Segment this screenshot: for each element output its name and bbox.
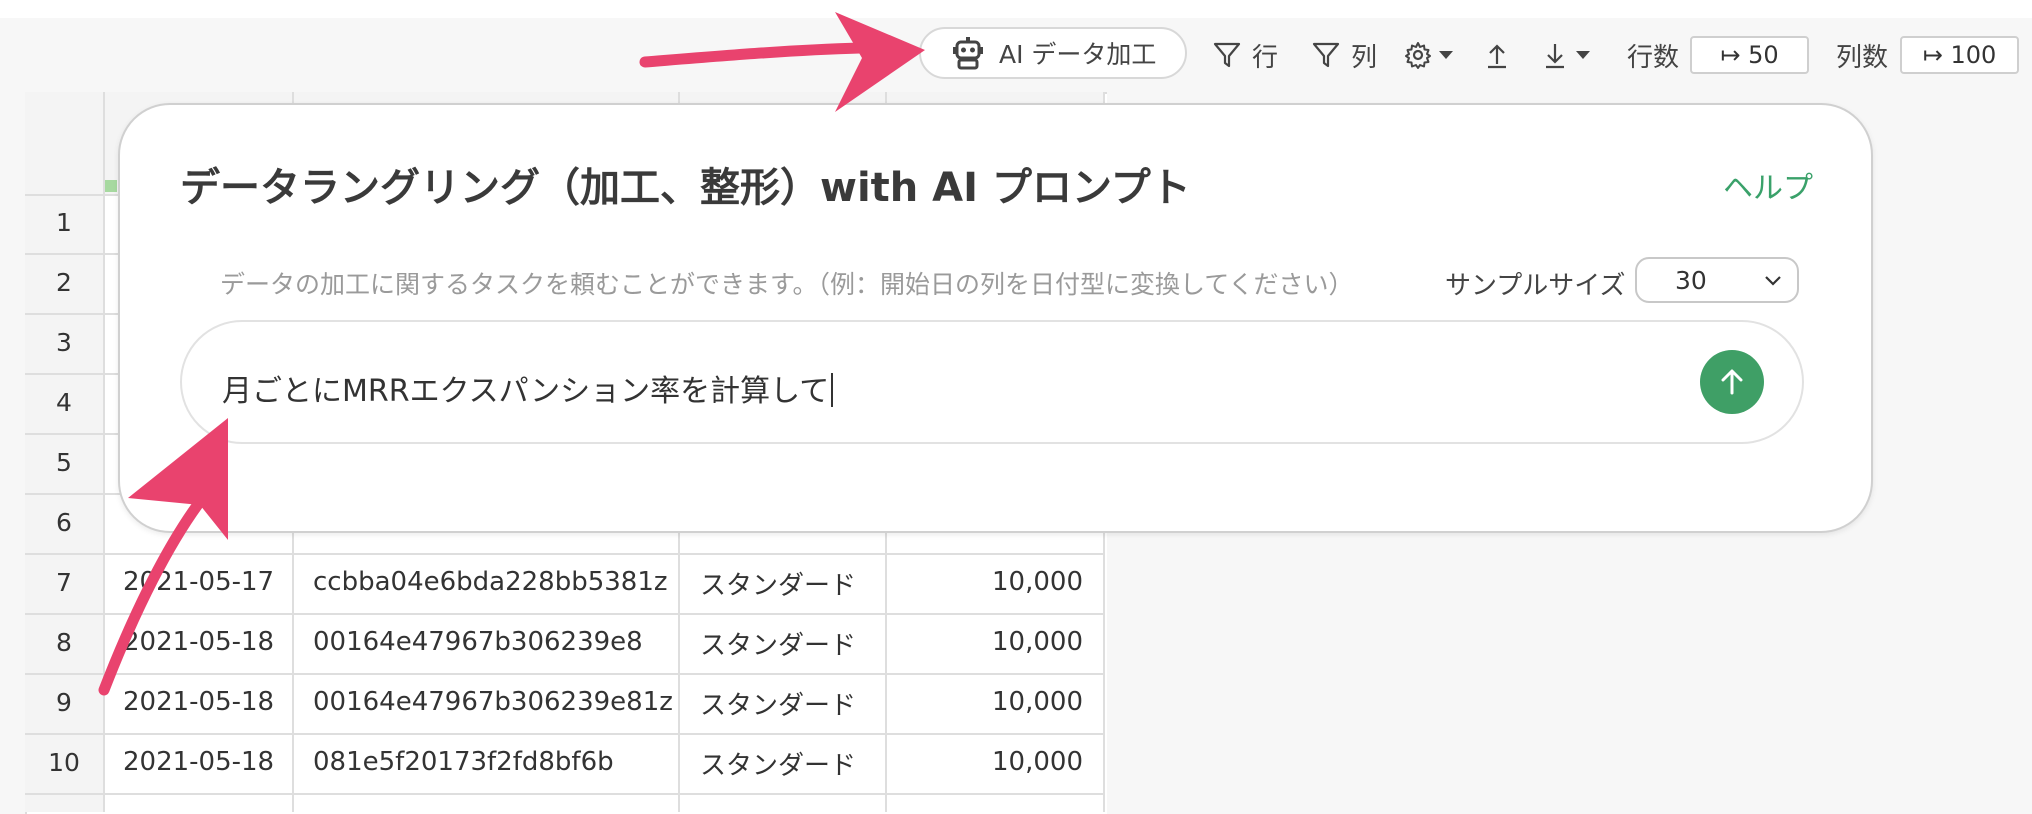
filter-cols-button[interactable]: 列	[1311, 27, 1377, 83]
upload-button[interactable]	[1482, 27, 1512, 83]
prompt-input-text: 月ごとにMRRエクスパンション率を計算して	[222, 374, 830, 409]
arrow-up-icon	[1721, 369, 1743, 395]
table-cell-id[interactable]: 081e5f20173f2fd8bf6b	[313, 747, 614, 777]
row-count-box[interactable]: ↦ 50	[1690, 36, 1809, 74]
text-caret	[831, 373, 834, 407]
column-type-indicator	[103, 180, 117, 192]
ai-data-processing-button[interactable]: AI データ加工	[919, 27, 1187, 79]
row-number: 9	[56, 688, 72, 717]
row-number: 7	[56, 568, 72, 597]
filter-icon	[1213, 42, 1241, 68]
table-cell-plan[interactable]: スタンダード	[700, 565, 856, 602]
filter-rows-label: 行	[1252, 42, 1279, 73]
row-number: 6	[56, 508, 72, 537]
robot-icon	[953, 37, 983, 70]
table-cell-amount[interactable]: 10,000	[900, 747, 1083, 777]
col-count-label: 列数	[1836, 42, 1889, 73]
row-number: 5	[56, 448, 72, 477]
settings-menu-button[interactable]	[1403, 27, 1455, 83]
table-cell-plan[interactable]: スタンダード	[700, 745, 856, 782]
top-band	[0, 0, 2032, 18]
table-cell-date[interactable]: 2021-05-18	[123, 687, 274, 717]
table-cell-amount[interactable]: 10,000	[900, 567, 1083, 597]
table-cell-date[interactable]: 2021-05-18	[123, 627, 274, 657]
row-number: 3	[56, 328, 72, 357]
sample-size-label: サンプルサイズ	[1445, 271, 1626, 301]
row-number: 8	[56, 628, 72, 657]
filter-cols-label: 列	[1351, 42, 1378, 73]
sample-size-select[interactable]: 30	[1635, 257, 1799, 303]
table-cell-amount[interactable]: 10,000	[900, 687, 1083, 717]
row-number: 2	[56, 268, 72, 297]
table-cell-id[interactable]: ccbba04e6bda228bb5381z	[313, 567, 668, 597]
table-cell-amount[interactable]: 10,000	[900, 627, 1083, 657]
row-number: 4	[56, 388, 72, 417]
table-cell-plan[interactable]: スタンダード	[700, 685, 856, 722]
table-cell-date[interactable]: 2021-05-17	[123, 567, 274, 597]
dialog-description: データの加工に関するタスクを頼むことができます。（例：開始日の列を日付型に変換し…	[220, 270, 1354, 299]
dialog-title: データラングリング（加工、整形）with AI プロンプト	[180, 165, 1191, 211]
table-cell-id[interactable]: 00164e47967b306239e8	[313, 627, 643, 657]
chevron-down-icon	[1765, 276, 1781, 286]
download-icon	[1546, 44, 1564, 69]
upload-icon	[1488, 44, 1506, 69]
row-count-label: 行数	[1627, 42, 1680, 73]
ai-prompt-dialog: データラングリング（加工、整形）with AI プロンプト ヘルプ データの加工…	[118, 103, 1873, 533]
sample-size-value: 30	[1675, 265, 1707, 295]
send-button[interactable]	[1700, 350, 1764, 414]
download-menu-button[interactable]	[1540, 27, 1592, 83]
col-count-box[interactable]: ↦ 100	[1900, 36, 2019, 74]
filter-icon	[1312, 42, 1340, 68]
row-number: 1	[56, 208, 72, 237]
table-cell-plan[interactable]: スタンダード	[700, 625, 856, 662]
table-cell-id[interactable]: 00164e47967b306239e81z	[313, 687, 673, 717]
row-number: 10	[48, 748, 80, 777]
filter-rows-button[interactable]: 行	[1212, 27, 1278, 83]
chevron-down-icon	[1576, 51, 1590, 59]
table-cell-date[interactable]: 2021-05-18	[123, 747, 274, 777]
ai-button-label: AI データ加工	[999, 40, 1157, 69]
chevron-down-icon	[1439, 51, 1453, 59]
help-link[interactable]: ヘルプ	[1723, 163, 1813, 207]
gear-icon	[1405, 42, 1431, 69]
prompt-input[interactable]: 月ごとにMRRエクスパンション率を計算して	[180, 320, 1804, 444]
